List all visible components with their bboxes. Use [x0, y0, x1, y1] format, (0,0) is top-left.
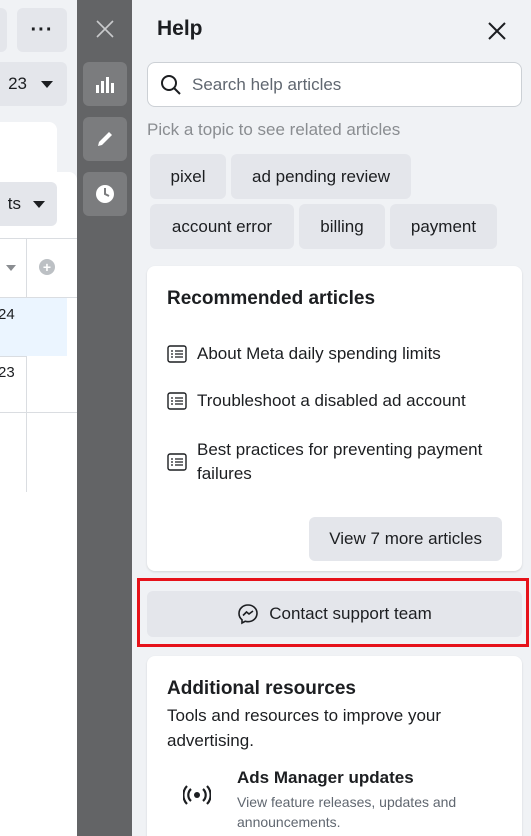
resource-item-description: View feature releases, updates and annou… [237, 794, 457, 830]
topic-chip-ad-pending-review[interactable]: ad pending review [231, 154, 411, 199]
article-title: Troubleshoot a disabled ad account [197, 391, 466, 410]
topic-chip-account-error[interactable]: account error [150, 204, 294, 249]
date-range-label: 23 [8, 74, 27, 93]
table-divider [0, 356, 26, 357]
recommended-articles-card: Recommended articles About Meta daily sp… [147, 266, 522, 571]
article-link[interactable]: About Meta daily spending limits [167, 342, 507, 366]
resource-item-title[interactable]: Ads Manager updates [237, 768, 414, 788]
pick-topic-label: Pick a topic to see related articles [147, 120, 401, 139]
resources-title: Additional resources [167, 678, 356, 699]
article-icon [167, 392, 187, 410]
row-value: 23 [0, 364, 15, 381]
add-column-icon[interactable]: + [39, 259, 55, 275]
topic-chip-billing[interactable]: billing [299, 204, 385, 249]
chart-icon [96, 77, 114, 93]
table-divider [0, 412, 77, 413]
history-button[interactable] [83, 172, 127, 216]
search-box[interactable] [147, 62, 522, 107]
topic-chip-pixel[interactable]: pixel [150, 154, 226, 199]
column-divider [26, 238, 27, 492]
additional-resources-card: Additional resources Tools and resources… [147, 656, 522, 836]
more-icon: ··· [30, 18, 54, 41]
topic-chip-payment[interactable]: payment [390, 204, 497, 249]
columns-dropdown-button[interactable]: ts [0, 182, 57, 226]
date-range-button[interactable]: 23 [0, 62, 67, 106]
article-icon [167, 345, 187, 363]
columns-label: ts [7, 194, 21, 213]
sort-caret-icon[interactable] [6, 265, 16, 271]
table-panel-partial [0, 172, 77, 836]
help-title: Help [157, 17, 203, 40]
chart-button[interactable] [83, 62, 127, 106]
search-input[interactable] [192, 74, 492, 95]
recommended-title: Recommended articles [167, 288, 376, 309]
article-link[interactable]: Best practices for preventing payment fa… [167, 438, 507, 486]
article-title: About Meta daily spending limits [197, 344, 441, 363]
table-divider [0, 238, 77, 239]
edit-icon [98, 132, 112, 146]
caret-down-icon [41, 80, 53, 88]
toolbar-button-partial[interactable] [0, 8, 7, 52]
edit-button[interactable] [83, 117, 127, 161]
article-icon [167, 453, 187, 471]
close-icon[interactable] [95, 19, 115, 39]
broadcast-icon [183, 785, 211, 805]
clock-icon [96, 185, 114, 203]
resources-subtitle: Tools and resources to improve your adve… [167, 706, 442, 750]
search-icon [161, 74, 181, 95]
article-link[interactable]: Troubleshoot a disabled ad account [167, 389, 507, 413]
article-title: Best practices for preventing payment fa… [197, 440, 483, 483]
ads-manager-background: ··· 23 ts + 24 23 [0, 0, 77, 836]
caret-down-icon [33, 200, 45, 208]
highlight-box [137, 578, 529, 647]
row-value: 24 [0, 306, 15, 323]
more-options-button[interactable]: ··· [17, 8, 67, 52]
view-more-articles-button[interactable]: View 7 more articles [309, 517, 502, 561]
close-icon[interactable] [486, 20, 508, 42]
